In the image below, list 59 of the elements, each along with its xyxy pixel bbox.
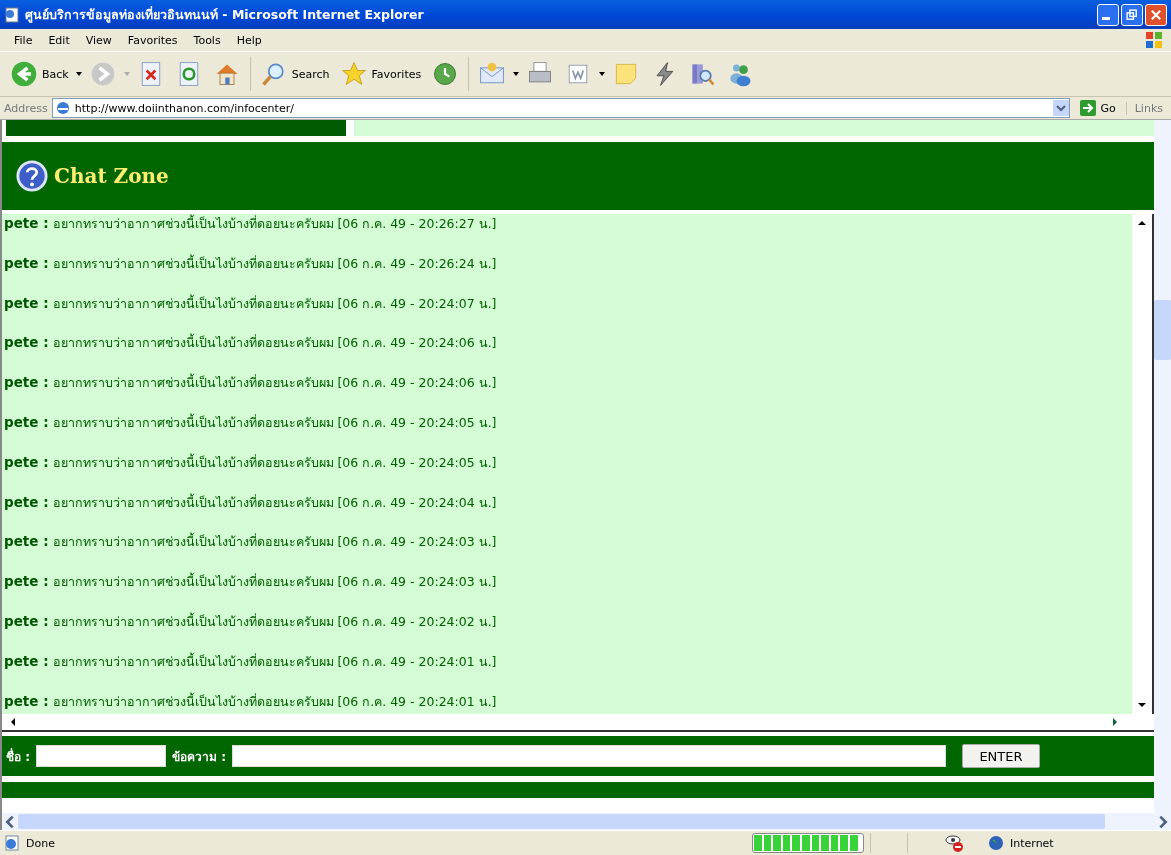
windows-logo-icon xyxy=(1143,30,1165,50)
scrollbar[interactable] xyxy=(1154,120,1171,813)
globe-icon xyxy=(988,835,1004,851)
chat-message: pete : อยากทราบว่าอากาศช่วงนี้เป็นไงบ้างที่ดอยนะครับผม [06 ก.ค. 49 - 20:24:01 น.] xyxy=(3,651,498,671)
menu-item[interactable]: Edit xyxy=(40,33,78,47)
scroll-right-icon[interactable] xyxy=(1110,717,1120,727)
caret-icon[interactable] xyxy=(512,70,521,78)
menu-item[interactable]: Favorites xyxy=(119,33,186,47)
scroll-down-icon[interactable] xyxy=(1137,700,1147,710)
zone-text: Internet xyxy=(1010,836,1054,850)
scroll-up-icon[interactable] xyxy=(1137,218,1147,228)
menu-item[interactable]: Tools xyxy=(185,33,229,47)
chat-message: pete : อยากทราบว่าอากาศช่วงนี้เป็นไงบ้างที่ดอยนะครับผม [06 ก.ค. 49 - 20:24:03 น.] xyxy=(3,572,498,592)
chat-message: pete : อยากทราบว่าอากาศช่วงนี้เป็นไงบ้างที่ดอยนะครับผม [06 ก.ค. 49 - 20:24:05 น.] xyxy=(3,413,498,432)
chat-message: pete : อยากทราบว่าอากาศช่วงนี้เป็นไงบ้างที่ดอยนะครับผม [06 ก.ค. 49 - 20:24:07 น.] xyxy=(3,293,498,313)
chat-message: pete : อยากทราบว่าอากาศช่วงนี้เป็นไงบ้างที่ดอยนะครับผม [06 ก.ค. 49 - 20:26:27 น.] xyxy=(3,214,498,233)
message-label: ข้อความ : xyxy=(172,748,226,766)
address-label: Address xyxy=(4,101,48,115)
chat-message: pete : อยากทราบว่าอากาศช่วงนี้เป็นไงบ้างที่ดอยนะครับผม [06 ก.ค. 49 - 20:24:01 น.] xyxy=(3,691,498,711)
chat-message: pete : อยากทราบว่าอากาศช่วงนี้เป็นไงบ้างที่ดอยนะครับผม [06 ก.ค. 49 - 20:26:24 น.] xyxy=(3,253,498,273)
caret-icon[interactable] xyxy=(74,70,83,78)
menu-item[interactable]: View xyxy=(77,33,120,47)
go-button[interactable]: Go xyxy=(1074,100,1122,116)
message-field[interactable] xyxy=(231,745,946,767)
enter-button[interactable]: ENTER xyxy=(961,744,1040,768)
chat-message: pete : อยากทราบว่าอากาศช่วงนี้เป็นไงบ้างที่ดอยนะครับผม [06 ก.ค. 49 - 20:24:06 น.] xyxy=(3,333,498,353)
scrollbar-thumb[interactable] xyxy=(18,814,1105,829)
minimize-icon xyxy=(1102,17,1110,20)
page-icon xyxy=(4,6,20,23)
privacy-icon xyxy=(944,833,964,853)
name-label: ชื่อ : xyxy=(6,747,30,766)
favorites-button[interactable]: Favorites xyxy=(335,58,426,90)
window-title: ศูนย์บริการข้อมูลท่องเที่ยวอินทนนท์ - Microsoft Internet Explorer xyxy=(25,5,425,25)
chat-message: pete : อยากทราบว่าอากาศช่วงนี้เป็นไงบ้างที่ดอยนะครับผม [06 ก.ค. 49 - 20:24:06 น.] xyxy=(3,373,498,393)
chat-message: pete : อยากทราบว่าอากาศช่วงนี้เป็นไงบ้างที่ดอยนะครับผม [06 ก.ค. 49 - 20:24:03 น.] xyxy=(3,532,498,552)
help-icon xyxy=(16,160,48,192)
chat-message: pete : อยากทราบว่าอากาศช่วงนี้เป็นไงบ้างที่ดอยนะครับผม [06 ก.ค. 49 - 20:24:05 น.] xyxy=(3,452,498,472)
restore-button[interactable] xyxy=(1121,3,1143,26)
back-button[interactable]: Back xyxy=(6,58,73,90)
links-button[interactable]: Links xyxy=(1125,101,1171,115)
name-field[interactable] xyxy=(36,745,166,767)
menu-item[interactable]: Help xyxy=(228,33,270,47)
chat-title: Chat Zone xyxy=(54,164,169,188)
page-icon xyxy=(54,100,71,116)
arrow-right-icon xyxy=(1080,100,1097,116)
close-button[interactable] xyxy=(1145,3,1167,26)
caret-icon[interactable] xyxy=(598,70,607,78)
chat-message: pete : อยากทราบว่าอากาศช่วงนี้เป็นไงบ้างที่ดอยนะครับผม [06 ก.ค. 49 - 20:24:02 น.] xyxy=(3,611,498,631)
chat-message: pete : อยากทราบว่าอากาศช่วงนี้เป็นไงบ้างที่ดอยนะครับผม [06 ก.ค. 49 - 20:24:04 น.] xyxy=(3,492,498,512)
arrow-left-icon xyxy=(10,60,38,88)
search-button[interactable]: Search xyxy=(255,58,334,90)
page-icon xyxy=(4,835,20,851)
menu-item[interactable]: File xyxy=(6,33,41,47)
restore-icon xyxy=(1125,7,1139,22)
status-text: Done xyxy=(26,836,56,850)
close-icon xyxy=(1149,7,1163,22)
address-field[interactable]: http://www.doiinthanon.com/infocenter/ xyxy=(51,98,1071,118)
star-icon xyxy=(339,60,368,88)
minimize-button[interactable] xyxy=(1097,3,1119,26)
